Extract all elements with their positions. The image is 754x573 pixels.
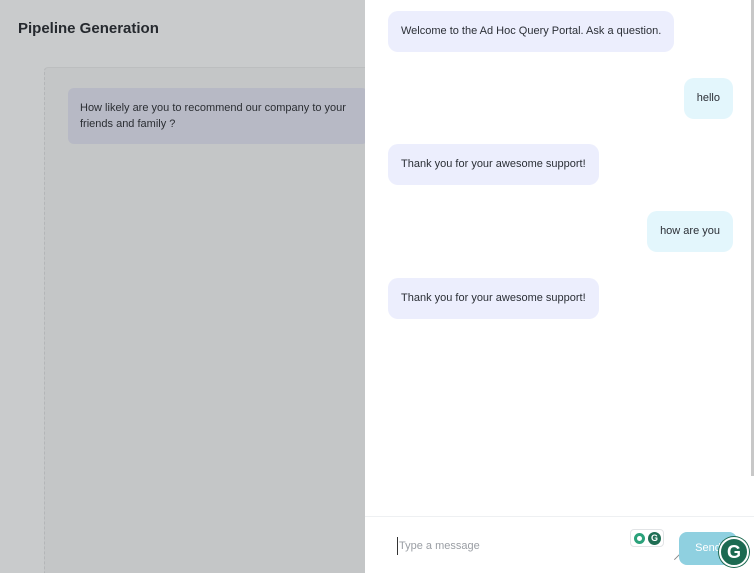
- page-title: Pipeline Generation: [18, 20, 159, 37]
- user-message: how are you: [647, 211, 733, 252]
- message-input[interactable]: [397, 537, 637, 555]
- chat-messages: Welcome to the Ad Hoc Query Portal. Ask …: [365, 0, 754, 516]
- grammarly-toolbar[interactable]: G: [630, 529, 664, 547]
- user-message: hello: [683, 78, 733, 119]
- bot-message: Welcome to the Ad Hoc Query Portal. Ask …: [388, 11, 675, 52]
- message-composer: G Send G: [365, 516, 754, 573]
- bot-message: Thank you for your awesome support!: [388, 144, 599, 185]
- grammarly-icon[interactable]: G: [719, 537, 749, 567]
- survey-question: How likely are you to recommend our comp…: [68, 88, 368, 144]
- bot-message: Thank you for your awesome support!: [388, 278, 599, 319]
- lightbulb-icon[interactable]: [634, 533, 645, 544]
- chat-drawer: Welcome to the Ad Hoc Query Portal. Ask …: [365, 0, 754, 573]
- grammarly-small-icon[interactable]: G: [648, 532, 661, 545]
